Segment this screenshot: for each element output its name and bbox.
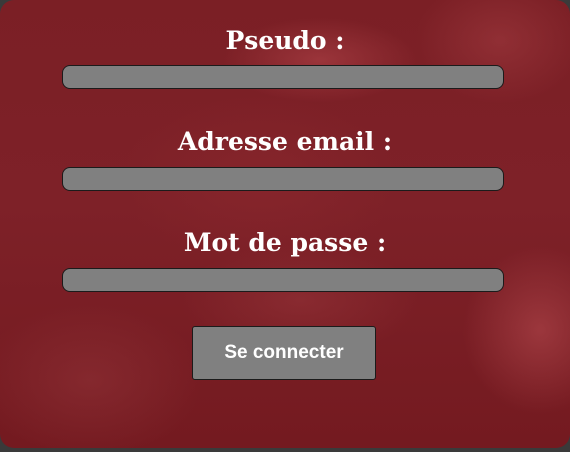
login-form-card: Pseudo : Adresse email : Mot de passe : …: [0, 0, 570, 448]
email-label: Adresse email :: [177, 127, 393, 156]
password-label: Mot de passe :: [183, 228, 387, 257]
username-label: Pseudo :: [225, 26, 345, 55]
username-input[interactable]: [62, 65, 504, 89]
password-input[interactable]: [62, 268, 504, 292]
email-input[interactable]: [62, 167, 504, 191]
login-button[interactable]: Se connecter: [192, 326, 376, 380]
